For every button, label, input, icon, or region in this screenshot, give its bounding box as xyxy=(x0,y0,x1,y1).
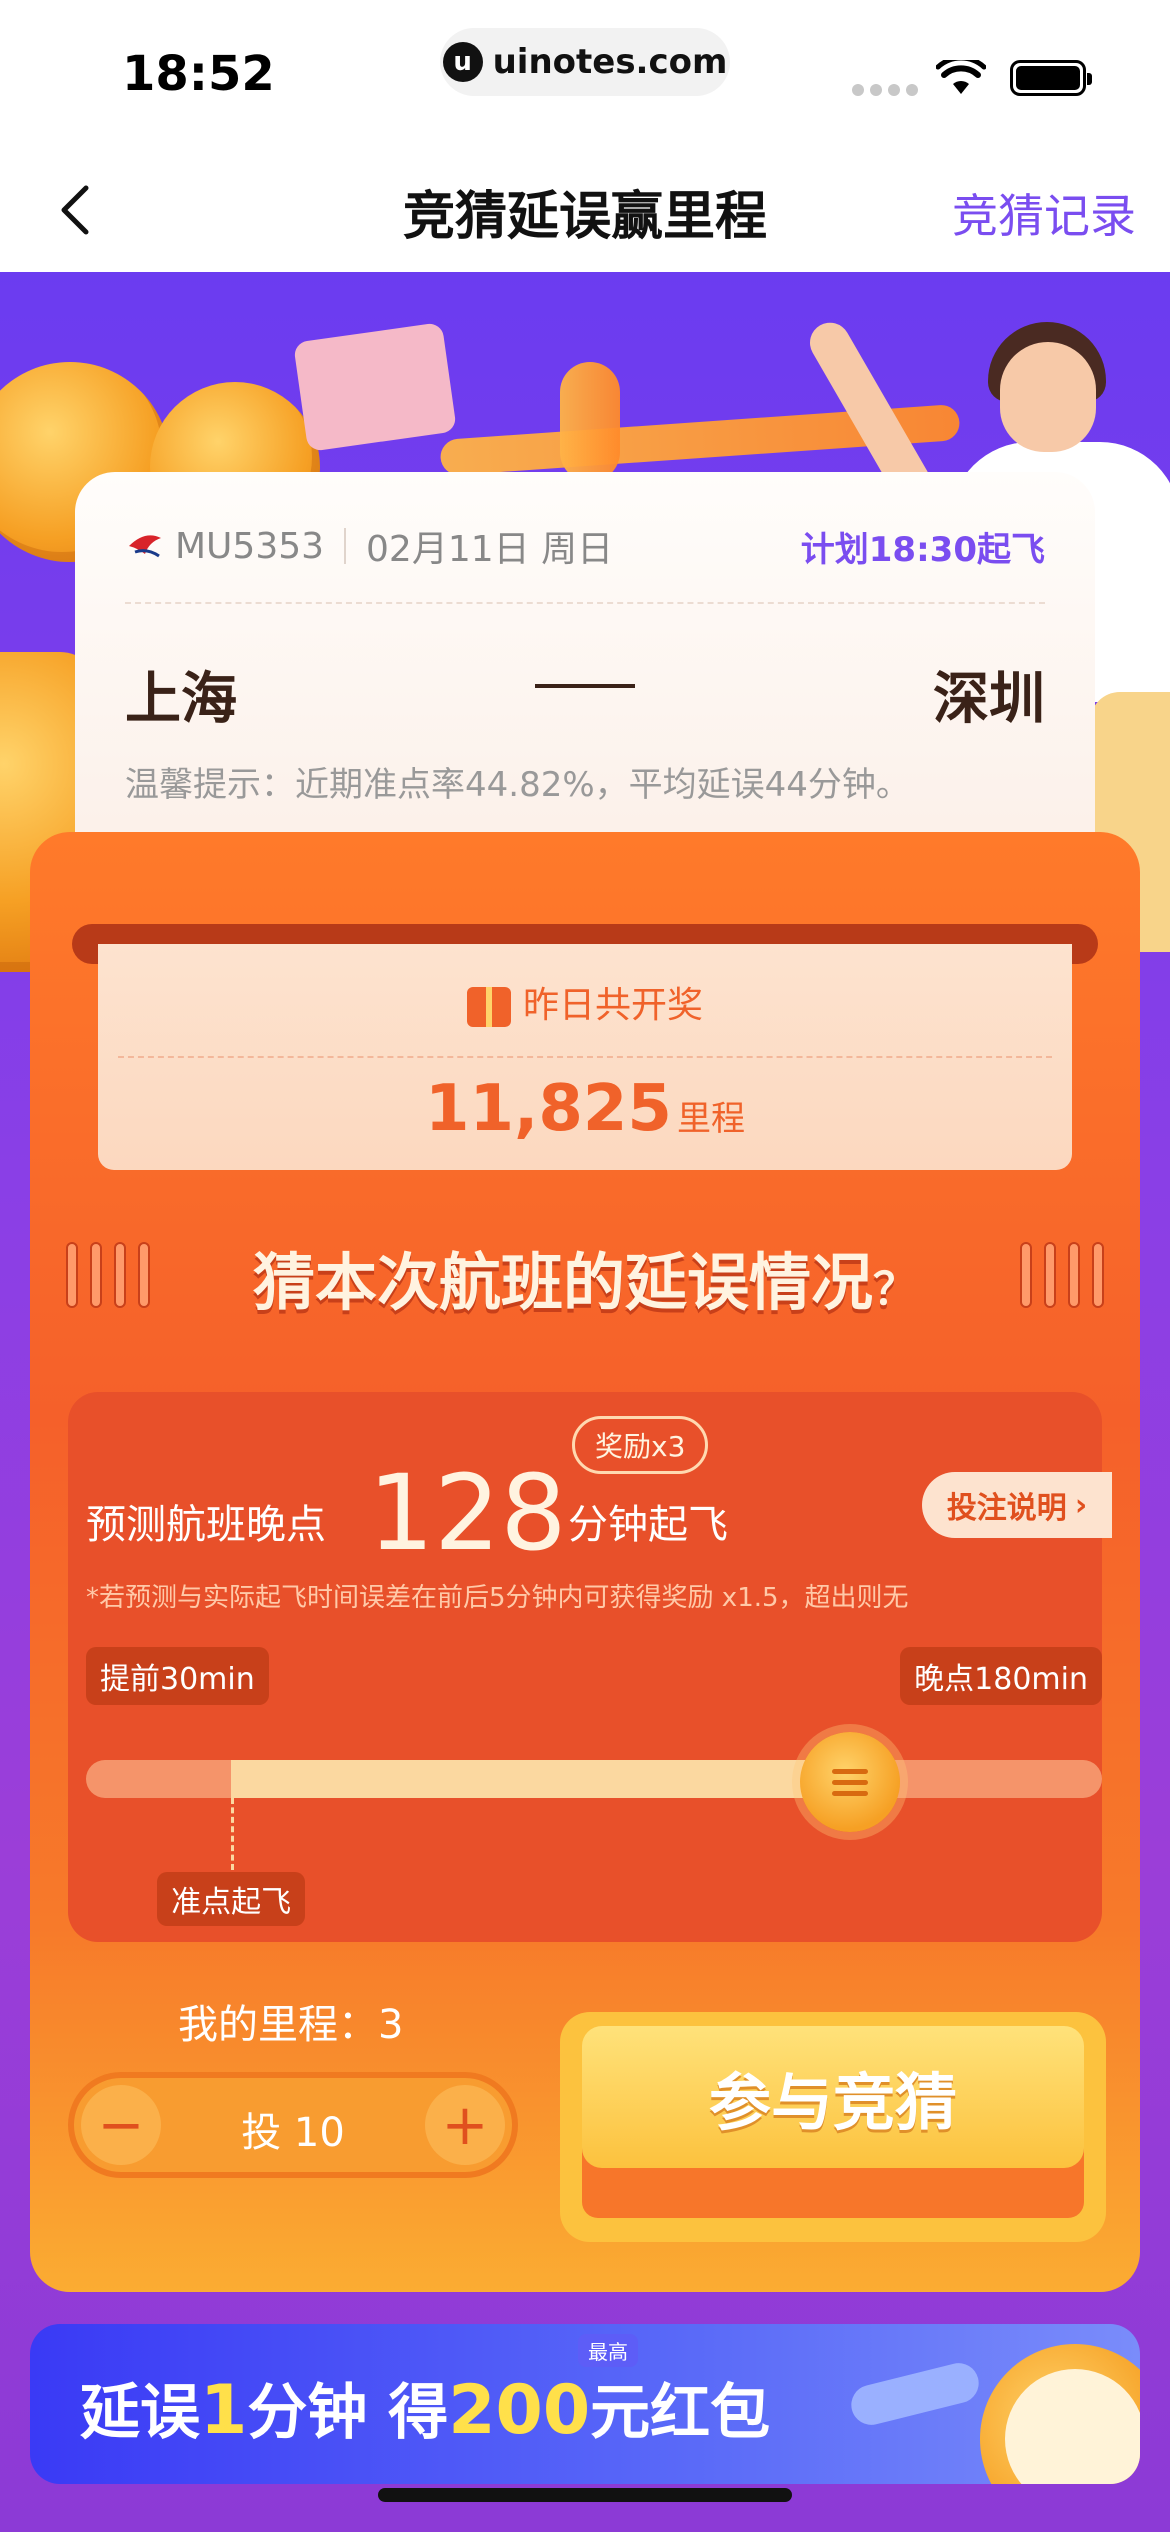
bonus-badge: 奖励x3 xyxy=(572,1416,709,1474)
ribbon-decoration xyxy=(560,362,620,482)
delay-slider-handle[interactable] xyxy=(800,1732,901,1832)
ticket-decoration xyxy=(293,322,457,452)
question-title-text: 猜本次航班的延误情况 xyxy=(252,1246,873,1319)
my-miles: 我的里程：3 xyxy=(178,1992,403,2050)
guess-records-link[interactable]: 竞猜记录 xyxy=(952,180,1136,246)
punctuality-tip: 温馨提示：近期准点率44.82%，平均延误44分钟。 xyxy=(125,765,910,805)
battery-icon xyxy=(1010,60,1092,96)
banner-text-1: 延误 xyxy=(80,2378,200,2448)
prize-title: 昨日共开奖 xyxy=(522,985,703,1026)
wifi-icon xyxy=(936,60,986,94)
red-packet-banner[interactable]: 延误1分钟 得200元红包 最高 xyxy=(30,2324,1140,2484)
url-pill[interactable]: u uinotes.com xyxy=(440,28,730,96)
route-arrow-icon xyxy=(535,684,635,688)
airline-logo-icon xyxy=(129,535,161,558)
stripe-decoration xyxy=(1020,1242,1104,1308)
on-time-marker xyxy=(231,1798,235,1870)
divider xyxy=(118,1056,1052,1058)
character-decoration xyxy=(1000,342,1096,452)
status-bar: 18:52 u uinotes.com xyxy=(0,0,1170,140)
banner-minutes: 1 xyxy=(200,2371,248,2450)
banner-amount: 200 xyxy=(448,2371,591,2450)
site-icon: u xyxy=(442,42,483,82)
my-miles-label: 我的里程： xyxy=(178,2002,378,2048)
betting-rules-button[interactable]: 投注说明 › xyxy=(922,1472,1112,1538)
stake-stepper: − 投 10 + xyxy=(68,2072,518,2178)
flight-info-row: MU5353 02月11日 周日 计划18:30起飞 xyxy=(125,518,1045,574)
question-title: 猜本次航班的延误情况？ xyxy=(30,1232,1140,1322)
prediction-unit: 分钟起飞 xyxy=(568,1502,728,1548)
chevron-right-icon: › xyxy=(1074,1487,1088,1523)
divider xyxy=(344,528,347,564)
max-badge: 最高 xyxy=(578,2334,638,2367)
delay-slider-fill xyxy=(231,1760,851,1798)
betting-rules-label: 投注说明 xyxy=(946,1491,1067,1526)
airplane-icon xyxy=(847,2358,983,2430)
join-button-frame: 参与竞猜 xyxy=(560,2012,1106,2242)
join-guess-button[interactable]: 参与竞猜 xyxy=(582,2026,1084,2168)
my-miles-value: 3 xyxy=(378,2002,404,2048)
prize-amount-row: 11,825 里程 xyxy=(98,1072,1072,1146)
home-indicator xyxy=(378,2488,792,2502)
prediction-area: 奖励x3 预测航班晚点 128 分钟起飞 投注说明 › *若预测与实际起飞时间误… xyxy=(68,1392,1112,1942)
range-max-label: 晚点180min xyxy=(900,1647,1102,1705)
range-min-label: 提前30min xyxy=(86,1647,269,1705)
main-content: MU5353 02月11日 周日 计划18:30起飞 上海 深圳 温馨提示：近期… xyxy=(0,272,1170,2532)
planned-departure: 计划18:30起飞 xyxy=(800,529,1045,570)
guess-panel: 昨日共开奖 11,825 里程 猜本次航班的延误情况？ 奖励x3 预测航班晚点 … xyxy=(30,832,1140,2292)
flight-number: MU5353 xyxy=(175,525,325,567)
flight-date: 02月11日 周日 xyxy=(366,529,614,570)
delay-slider-track[interactable] xyxy=(86,1732,1102,1832)
prize-title-row: 昨日共开奖 xyxy=(98,976,1072,1028)
banner-text-3: 元红包 xyxy=(590,2378,771,2448)
gift-icon xyxy=(466,987,511,1027)
banner-text-2: 分钟 得 xyxy=(247,2378,449,2448)
prediction-label: 预测航班晚点 xyxy=(86,1502,326,1548)
arrival-city: 深圳 xyxy=(933,667,1045,732)
clock-icon xyxy=(980,2344,1140,2484)
prize-unit: 里程 xyxy=(677,1099,746,1139)
url-text: uinotes.com xyxy=(492,42,728,82)
departure-city: 上海 xyxy=(125,667,237,732)
cellular-icon xyxy=(852,84,918,96)
prediction-note: *若预测与实际起飞时间误差在前后5分钟内可获得奖励 x1.5，超出则无 xyxy=(86,1583,909,1613)
status-time: 18:52 xyxy=(122,46,275,102)
prize-card: 昨日共开奖 11,825 里程 xyxy=(98,944,1072,1170)
divider xyxy=(125,602,1045,604)
banner-text: 延误1分钟 得200元红包 xyxy=(80,2364,770,2451)
on-time-label: 准点起飞 xyxy=(157,1872,306,1926)
plus-button[interactable]: + xyxy=(425,2085,505,2165)
prize-amount: 11,825 xyxy=(424,1072,672,1146)
prediction-value: 128 xyxy=(368,1452,567,1574)
question-mark: ？ xyxy=(873,1264,917,1315)
nav-bar: 竞猜延误赢里程 竞猜记录 xyxy=(0,140,1170,272)
